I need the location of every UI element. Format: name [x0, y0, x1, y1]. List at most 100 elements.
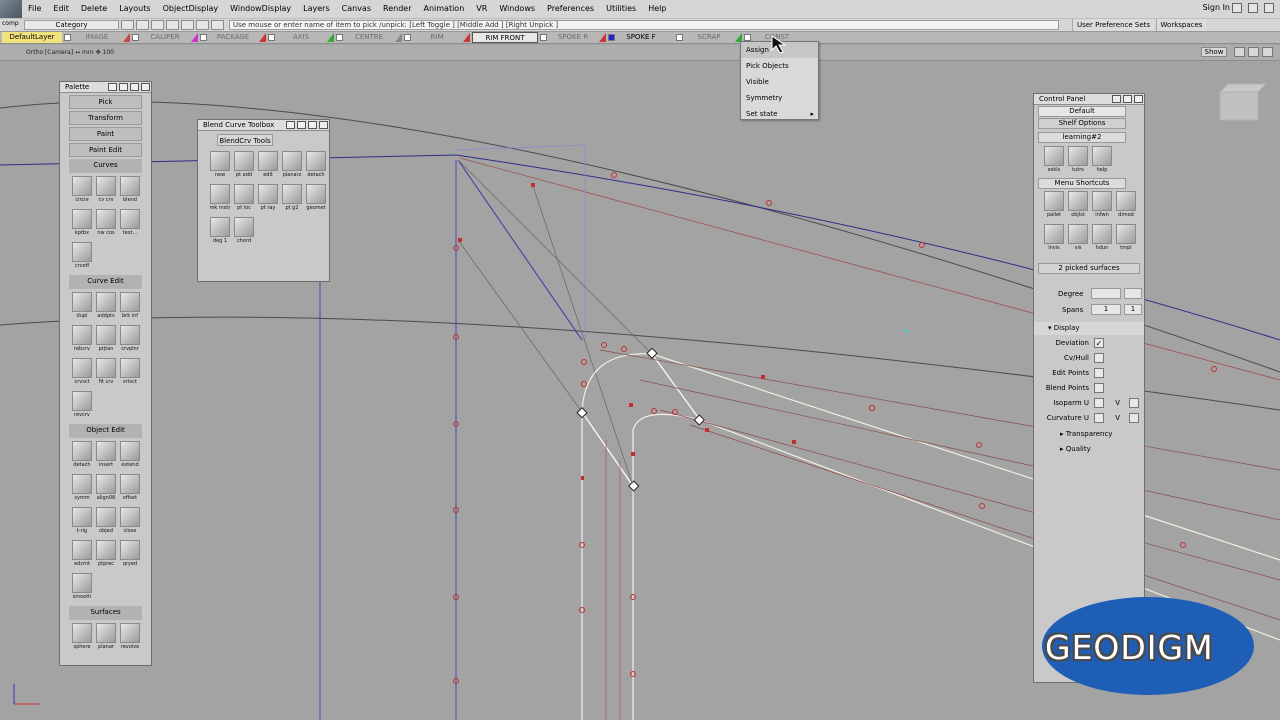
- align-tool[interactable]: align08: [94, 473, 118, 505]
- visible-shortcut[interactable]: vis: [1066, 223, 1090, 255]
- invisible-shortcut[interactable]: invis: [1042, 223, 1066, 255]
- reverse-curve-tool[interactable]: revcrv: [70, 390, 94, 422]
- layer-package[interactable]: PACKAGE: [200, 32, 266, 43]
- symmetry-tool[interactable]: symm: [70, 473, 94, 505]
- list-icon[interactable]: [119, 83, 128, 91]
- pallet-shortcut[interactable]: pallet: [1042, 190, 1066, 222]
- menu-utilities[interactable]: Utilities: [600, 0, 642, 18]
- break-inflection-tool[interactable]: brk inf: [118, 291, 142, 323]
- menu-item-set-state[interactable]: Set state ▸: [741, 106, 818, 122]
- grid-tool-icon[interactable]: [166, 20, 179, 30]
- shelf-options-button[interactable]: Shelf Options: [1038, 118, 1126, 129]
- menu-objectdisplay[interactable]: ObjectDisplay: [157, 0, 225, 18]
- picked-objects-dropdown[interactable]: 2 picked surfaces: [1038, 263, 1140, 274]
- revolve-tool[interactable]: revolve: [118, 622, 142, 654]
- degree-v-field[interactable]: [1124, 288, 1142, 299]
- tab-menu-shortcuts[interactable]: Menu Shortcuts: [1038, 178, 1126, 189]
- eskls-tool[interactable]: eskls: [1042, 145, 1066, 177]
- layer-visibility-icon[interactable]: [608, 34, 615, 41]
- hide-unselected-shortcut[interactable]: hdun: [1090, 223, 1114, 255]
- workspaces-button[interactable]: Workspaces: [1156, 19, 1206, 31]
- tab-blendcrv-tools[interactable]: BlendCrv Tools: [217, 134, 273, 146]
- keypoint-tool[interactable]: kptbx: [70, 208, 94, 240]
- tab-learning-2[interactable]: learning#2: [1038, 132, 1126, 143]
- curvature-v-checkbox[interactable]: [1129, 413, 1139, 423]
- close-tool[interactable]: close: [118, 506, 142, 538]
- degree-1-tool[interactable]: deg 1: [208, 216, 232, 248]
- split-view-icon[interactable]: [1248, 47, 1259, 57]
- surfaces-section-header[interactable]: Surfaces: [69, 606, 142, 620]
- menu-help[interactable]: Help: [642, 0, 672, 18]
- t-rig-tool[interactable]: t-rig: [70, 506, 94, 538]
- rebuild-curve-tool[interactable]: rebcrv: [70, 324, 94, 356]
- quad-view-icon[interactable]: [1262, 47, 1273, 57]
- fit-curve-tool[interactable]: fit crv: [94, 357, 118, 389]
- category-dropdown[interactable]: Category: [24, 20, 119, 30]
- blend-new-tool[interactable]: new: [208, 150, 232, 182]
- isoparm-u-checkbox[interactable]: [1094, 398, 1104, 408]
- layer-visibility-icon[interactable]: [268, 34, 275, 41]
- circle-tool[interactable]: circle: [70, 175, 94, 207]
- curvature-u-checkbox[interactable]: [1094, 413, 1104, 423]
- add-points-tool[interactable]: addpts: [94, 291, 118, 323]
- menu-icon[interactable]: [108, 83, 117, 91]
- cv-hull-checkbox[interactable]: [1094, 353, 1104, 363]
- layer-visibility-icon[interactable]: [404, 34, 411, 41]
- collapse-icon[interactable]: [130, 83, 139, 91]
- layer-centre[interactable]: CENTRE: [336, 32, 402, 43]
- menu-file[interactable]: File: [22, 0, 47, 18]
- pick-tool-icon[interactable]: [196, 20, 209, 30]
- blend-point-add-tool[interactable]: pt add: [232, 150, 256, 182]
- minimize-icon[interactable]: [1232, 3, 1242, 13]
- blend-edit-tool[interactable]: edit: [256, 150, 280, 182]
- layer-default[interactable]: DefaultLayer: [2, 32, 62, 43]
- menu-windows[interactable]: Windows: [493, 0, 541, 18]
- point-lock-tool[interactable]: pt loc: [232, 183, 256, 215]
- blend-planarize-tool[interactable]: planarz: [280, 150, 304, 182]
- layer-visibility-icon[interactable]: [676, 34, 683, 41]
- layer-spoke-f[interactable]: SPOKE F: [608, 32, 674, 43]
- cv-curve-tool[interactable]: cv crv: [94, 175, 118, 207]
- menu-icon[interactable]: [286, 121, 295, 129]
- point-g2-tool[interactable]: pt g2: [280, 183, 304, 215]
- duplicate-tool[interactable]: dupl: [70, 291, 94, 323]
- layer-visibility-icon[interactable]: [200, 34, 207, 41]
- curve-offset-tool[interactable]: crvoff: [70, 241, 94, 273]
- close-icon[interactable]: [1134, 95, 1143, 103]
- layer-rim[interactable]: RIM: [404, 32, 470, 43]
- layer-scrap[interactable]: SCRAP: [676, 32, 742, 43]
- app-logo-icon[interactable]: [0, 0, 22, 18]
- text-tool[interactable]: text...: [118, 208, 142, 240]
- close-icon[interactable]: [319, 121, 328, 129]
- single-view-icon[interactable]: [1234, 47, 1245, 57]
- chord-tool[interactable]: chord: [232, 216, 256, 248]
- list-icon[interactable]: [1112, 95, 1121, 103]
- extend-tool[interactable]: extend: [118, 440, 142, 472]
- pick-button[interactable]: Pick: [69, 95, 142, 109]
- transparency-section[interactable]: ▸ Transparency: [1034, 427, 1144, 442]
- close-x-icon[interactable]: [121, 20, 134, 30]
- close-icon[interactable]: [141, 83, 150, 91]
- paint-edit-button[interactable]: Paint Edit: [69, 143, 142, 157]
- menu-vr[interactable]: VR: [470, 0, 493, 18]
- menu-layouts[interactable]: Layouts: [113, 0, 156, 18]
- curve-section-tool[interactable]: crvsct: [70, 357, 94, 389]
- edit-points-checkbox[interactable]: [1094, 368, 1104, 378]
- make-master-tool[interactable]: mk mstr: [208, 183, 232, 215]
- layer-visibility-icon[interactable]: [132, 34, 139, 41]
- object-list-shortcut[interactable]: objlst: [1066, 190, 1090, 222]
- layer-rim-front[interactable]: RIM FRONT: [472, 32, 538, 43]
- menu-edit[interactable]: Edit: [47, 0, 75, 18]
- menu-layers[interactable]: Layers: [297, 0, 335, 18]
- new-cos-tool[interactable]: nw cos: [94, 208, 118, 240]
- layer-spoke-r[interactable]: SPOKE R: [540, 32, 606, 43]
- expand-icon[interactable]: [1123, 95, 1132, 103]
- layer-image[interactable]: IMAGE: [64, 32, 130, 43]
- menu-item-visible[interactable]: Visible: [741, 74, 818, 90]
- layer-visibility-icon[interactable]: [336, 34, 343, 41]
- isoparm-v-checkbox[interactable]: [1129, 398, 1139, 408]
- paint-button[interactable]: Paint: [69, 127, 142, 141]
- display-section-header[interactable]: ▾ Display: [1034, 322, 1144, 335]
- planar-tool[interactable]: planar: [94, 622, 118, 654]
- view-cube-icon[interactable]: [1210, 80, 1268, 150]
